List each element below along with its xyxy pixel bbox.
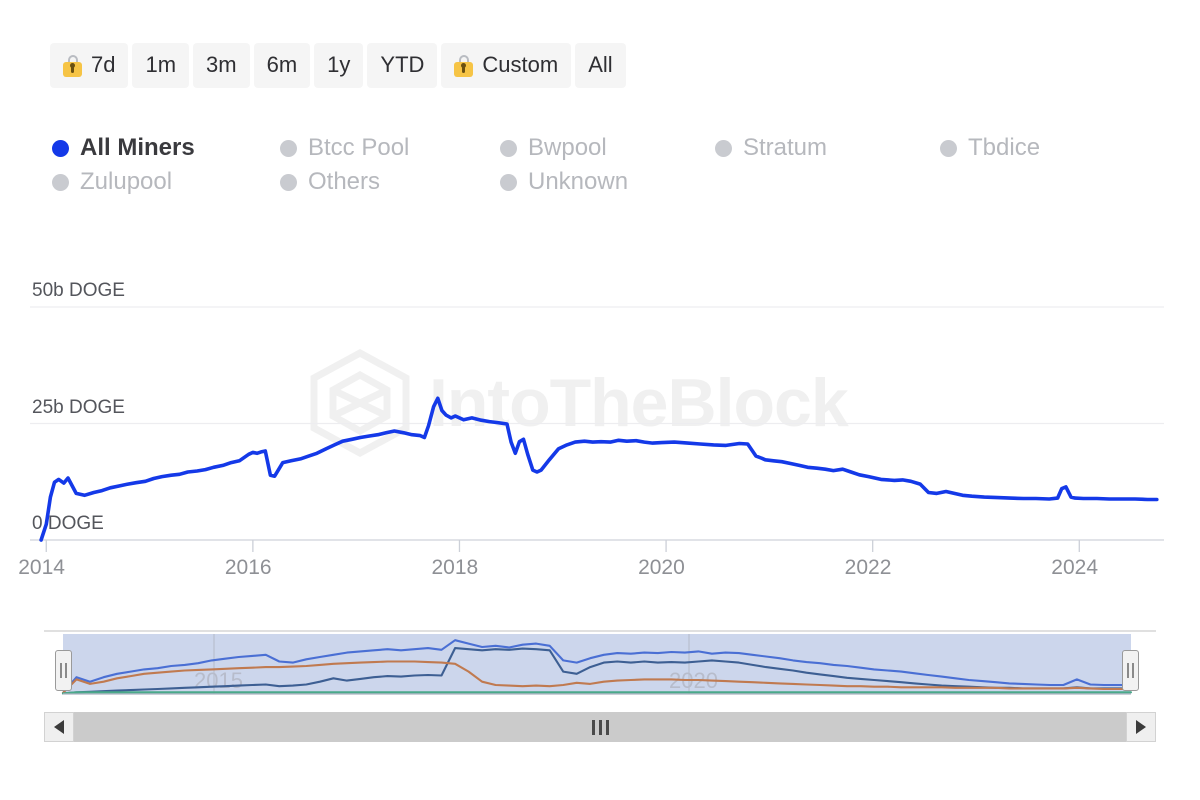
legend-item-bwpool[interactable]: Bwpool <box>500 131 703 165</box>
navigator-handle-right[interactable] <box>1122 650 1139 691</box>
legend-item-label: Others <box>308 168 381 195</box>
range-ytd[interactable]: YTD <box>367 43 438 88</box>
x-axis-tick-label: 2020 <box>638 556 685 579</box>
scroll-right-button[interactable] <box>1126 712 1156 742</box>
range-button-label: 7d <box>91 51 116 77</box>
legend-item-label: Btcc Pool <box>308 134 410 161</box>
navigator-svg: 2015 2020 <box>44 630 1156 695</box>
legend-item-others[interactable]: Others <box>280 165 488 199</box>
lock-icon <box>454 54 474 77</box>
legend-item-label: Bwpool <box>528 134 607 161</box>
chart-gridlines <box>30 306 1164 541</box>
x-axis-tick-label: 2018 <box>431 556 479 579</box>
lock-icon <box>63 54 82 77</box>
range-button-label: Custom <box>482 51 559 77</box>
legend-dot-icon <box>280 173 297 191</box>
legend-item-label: All Miners <box>80 134 195 161</box>
navigator-series-line <box>61 691 1133 695</box>
range-button-label: 6m <box>266 51 298 77</box>
series-line-all-miners <box>39 396 1159 542</box>
range-7d[interactable]: 7d <box>50 43 129 88</box>
chart-scrollbar[interactable] <box>44 712 1156 742</box>
x-axis-tick-label: 2024 <box>1051 556 1098 579</box>
legend-dot-icon <box>52 139 69 157</box>
legend-item-label: Zulupool <box>80 168 173 195</box>
y-axis-tick-label: 25b DOGE <box>32 396 125 418</box>
legend-item-label: Stratum <box>743 134 828 161</box>
x-axis-tick-label: 2016 <box>224 556 272 579</box>
navigator-handle-left[interactable] <box>55 650 72 691</box>
legend-dot-icon <box>940 139 957 157</box>
range-1m[interactable]: 1m <box>132 43 190 88</box>
range-button-label: 3m <box>206 51 237 77</box>
legend-item-label: Unknown <box>528 168 629 195</box>
legend-item-unknown[interactable]: Unknown <box>500 165 628 199</box>
chart-legend: All Miners Btcc Pool Bwpool Stratum Tbdice Zu… <box>52 131 1152 199</box>
chart-page: 7d 1m 3m 6m 1y YTD Custom All All Miners Btcc Po… <box>0 0 1200 800</box>
scrollbar-thumb[interactable] <box>74 712 1126 742</box>
y-axis-tick-label: 50b DOGE <box>32 280 125 301</box>
range-selector: 7d 1m 3m 6m 1y YTD Custom All <box>50 43 626 88</box>
range-custom[interactable]: Custom <box>441 43 572 88</box>
range-1y[interactable]: 1y <box>314 43 364 88</box>
range-3m[interactable]: 3m <box>193 43 250 88</box>
navigator-year-label: 2015 <box>194 668 243 693</box>
legend-item-tbdice[interactable]: Tbdice <box>940 131 1040 165</box>
chart-navigator[interactable]: 2015 2020 <box>44 628 1156 708</box>
legend-item-stratum[interactable]: Stratum <box>715 131 928 165</box>
y-axis-tick-label: 0 DOGE <box>32 513 104 534</box>
x-axis-tick-label: 2022 <box>844 556 892 579</box>
chart-axis-ticks <box>45 540 1080 552</box>
range-button-label: All <box>588 51 613 77</box>
range-6m[interactable]: 6m <box>253 43 311 88</box>
range-button-label: YTD <box>380 51 425 77</box>
legend-item-label: Tbdice <box>968 134 1041 161</box>
range-button-label: 1y <box>327 51 351 77</box>
scroll-left-button[interactable] <box>44 712 74 742</box>
legend-item-all-miners[interactable]: All Miners <box>52 131 268 165</box>
main-chart: IntoTheBlock 0 DOGE 25b DOGE 50b DOGE 2014… <box>0 255 1200 600</box>
legend-dot-icon <box>52 173 69 191</box>
chart-plot-svg <box>30 306 1164 552</box>
range-all[interactable]: All <box>575 43 626 88</box>
legend-item-zulupool[interactable]: Zulupool <box>52 165 268 199</box>
legend-dot-icon <box>500 173 517 191</box>
legend-item-btcc-pool[interactable]: Btcc Pool <box>280 131 488 165</box>
legend-dot-icon <box>280 139 297 157</box>
triangle-right-icon <box>1136 720 1146 734</box>
triangle-left-icon <box>54 720 64 734</box>
legend-dot-icon <box>500 139 517 157</box>
x-axis-tick-label: 2014 <box>18 556 65 579</box>
legend-dot-icon <box>715 139 732 157</box>
range-button-label: 1m <box>145 51 177 77</box>
